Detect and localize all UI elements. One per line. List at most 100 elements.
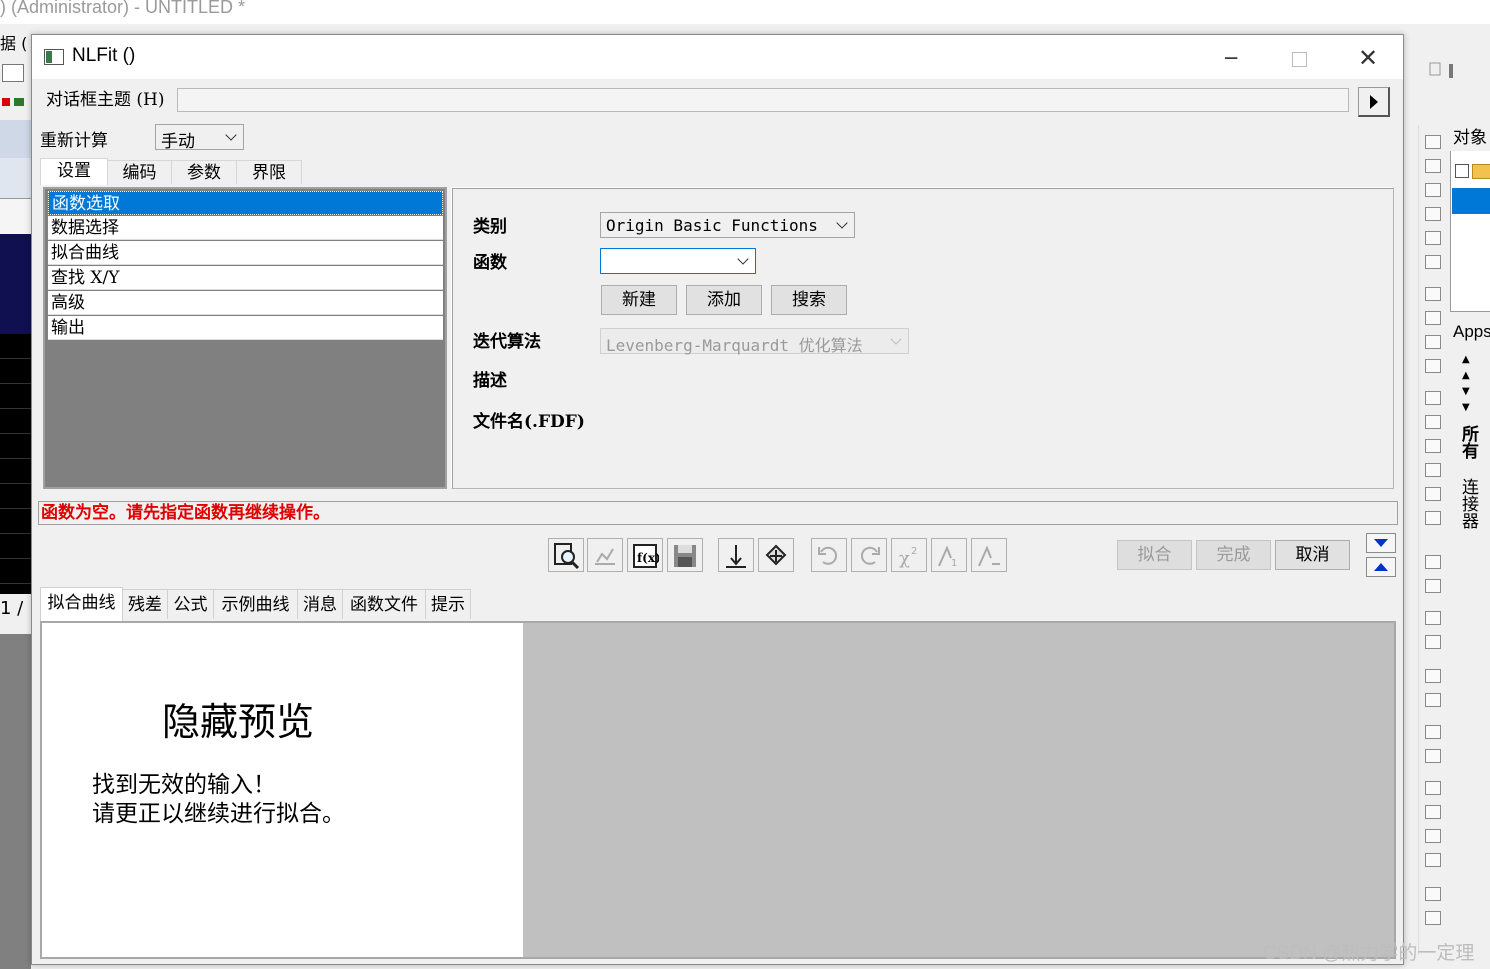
- list-item-function-select[interactable]: 函数选取: [48, 191, 443, 215]
- one-iteration-icon[interactable]: 1: [931, 538, 967, 572]
- tab-hints[interactable]: 提示: [426, 589, 471, 619]
- collapse-up-icon[interactable]: [1366, 557, 1396, 577]
- tool-icon[interactable]: [1425, 693, 1441, 707]
- function-label: 函数: [473, 253, 507, 273]
- preview-panel: 隐藏预览 找到无效的输入！ 请更正以继续进行拟合。: [40, 621, 1396, 959]
- redo-icon[interactable]: [851, 538, 887, 572]
- tool-icon[interactable]: [1425, 635, 1441, 649]
- list-item-output[interactable]: 输出: [48, 316, 443, 340]
- object-selected-item[interactable]: [1452, 188, 1490, 214]
- edit-function-icon[interactable]: f(x): [627, 538, 663, 572]
- preview-title: 隐藏预览: [162, 700, 315, 744]
- tool-icon[interactable]: [1425, 311, 1441, 325]
- tab-settings[interactable]: 设置: [40, 158, 108, 185]
- theme-input[interactable]: [177, 88, 1349, 112]
- save-icon[interactable]: [667, 538, 703, 572]
- fit-until-converged-icon[interactable]: [971, 538, 1007, 572]
- tool-icon[interactable]: [1425, 853, 1441, 867]
- tab-formula[interactable]: 公式: [168, 589, 214, 619]
- app-left-area: 据 ( 1 /: [0, 34, 31, 969]
- initialize-parameters-icon[interactable]: [718, 538, 754, 572]
- tool-icon[interactable]: [1425, 611, 1441, 625]
- category-value: Origin Basic Functions: [606, 216, 818, 235]
- tool-icon[interactable]: [1425, 359, 1441, 373]
- cancel-button[interactable]: 取消: [1275, 540, 1350, 570]
- collapse-down-icon[interactable]: [1366, 533, 1396, 553]
- tool-icon[interactable]: [1425, 287, 1441, 301]
- undo-icon[interactable]: [811, 538, 847, 572]
- tab-all[interactable]: 所有: [1455, 425, 1481, 459]
- tab-sample-curve[interactable]: 示例曲线: [214, 589, 298, 619]
- tab-function-file[interactable]: 函数文件: [343, 589, 426, 619]
- tab-messages[interactable]: 消息: [298, 589, 343, 619]
- theme-menu-button[interactable]: [1358, 87, 1390, 117]
- new-button[interactable]: 新建: [601, 285, 677, 315]
- tool-icon[interactable]: [1425, 725, 1441, 739]
- tab-bounds[interactable]: 界限: [237, 160, 302, 184]
- algorithm-select[interactable]: Levenberg-Marquardt 优化算法: [600, 328, 909, 355]
- tool-icon[interactable]: [1425, 159, 1441, 173]
- right-toolbar: [1418, 125, 1447, 955]
- tool-icon[interactable]: [1425, 463, 1441, 477]
- tool-icon[interactable]: [1425, 335, 1441, 349]
- description-label: 描述: [473, 371, 507, 391]
- sheet-cells: [0, 334, 31, 594]
- tool-icon[interactable]: [1425, 555, 1441, 569]
- tool-icon[interactable]: [1425, 391, 1441, 405]
- tab-connectors[interactable]: 连接器: [1455, 478, 1481, 529]
- chi-square-icon[interactable]: χ2: [891, 538, 927, 572]
- fit-function-organizer-icon[interactable]: [548, 538, 584, 572]
- tool-icon[interactable]: [1425, 487, 1441, 501]
- tab-residuals[interactable]: 残差: [123, 589, 168, 619]
- tool-icon[interactable]: [1425, 439, 1441, 453]
- tool-icon[interactable]: [1425, 511, 1441, 525]
- tool-icon[interactable]: [1425, 579, 1441, 593]
- list-item-data-select[interactable]: 数据选择: [48, 216, 443, 240]
- function-builder-icon[interactable]: [587, 538, 623, 572]
- tool-icon[interactable]: [1425, 415, 1441, 429]
- preview-canvas: 隐藏预览 找到无效的输入！ 请更正以继续进行拟合。: [42, 623, 523, 957]
- recalc-select[interactable]: 手动: [155, 124, 244, 152]
- filename-label: 文件名(.FDF): [473, 412, 585, 432]
- tool-icon[interactable]: [1425, 669, 1441, 683]
- done-button[interactable]: 完成: [1196, 540, 1271, 570]
- object-manager-panel: [1450, 125, 1490, 312]
- tool-icon[interactable]: [1425, 135, 1441, 149]
- algorithm-label: 迭代算法: [473, 332, 541, 352]
- tool-icon[interactable]: [1425, 255, 1441, 269]
- tool-icon[interactable]: [1425, 805, 1441, 819]
- tool-icon[interactable]: [1425, 829, 1441, 843]
- function-select[interactable]: [600, 248, 756, 274]
- maximize-button[interactable]: [1276, 43, 1322, 73]
- tool-icon[interactable]: [1425, 231, 1441, 245]
- collapse-icon[interactable]: [1455, 164, 1469, 178]
- tool-icon[interactable]: [1425, 887, 1441, 901]
- list-item-fitted-curves[interactable]: 拟合曲线: [48, 241, 443, 265]
- category-select[interactable]: Origin Basic Functions: [600, 212, 855, 238]
- tool-icon[interactable]: [1425, 749, 1441, 763]
- tool-icon[interactable]: [1425, 781, 1441, 795]
- tool-icon[interactable]: [1425, 183, 1441, 197]
- tool-icon[interactable]: [1425, 911, 1441, 925]
- tool-icon[interactable]: [1425, 207, 1441, 221]
- sheet-header: [0, 120, 31, 158]
- tab-fitted-curves[interactable]: 拟合曲线: [40, 587, 123, 621]
- theme-label: 对话框主题 (H): [46, 90, 165, 110]
- dialog-title-bar: NLFit () ─ ✕: [32, 35, 1403, 79]
- tab-parameters[interactable]: 参数: [172, 160, 237, 184]
- minimize-button[interactable]: ─: [1208, 43, 1254, 73]
- list-item-find-xy[interactable]: 查找 X/Y: [48, 266, 443, 290]
- simplex-icon[interactable]: [758, 538, 794, 572]
- svg-text:f(x): f(x): [637, 551, 659, 565]
- sheet-tab[interactable]: 1 /: [0, 598, 23, 619]
- close-button[interactable]: ✕: [1345, 43, 1391, 73]
- toolbar-icon[interactable]: [0, 94, 28, 112]
- toolbar-icon[interactable]: [2, 64, 24, 82]
- search-button[interactable]: 搜索: [771, 285, 847, 315]
- fit-button[interactable]: 拟合: [1117, 540, 1192, 570]
- add-button[interactable]: 添加: [686, 285, 762, 315]
- list-item-advanced[interactable]: 高级: [48, 291, 443, 315]
- folder-icon: [1472, 164, 1490, 179]
- tab-code[interactable]: 编码: [108, 160, 172, 184]
- scroll-arrows-icon[interactable]: ▲ ▲ ▼ ▼: [1462, 352, 1470, 416]
